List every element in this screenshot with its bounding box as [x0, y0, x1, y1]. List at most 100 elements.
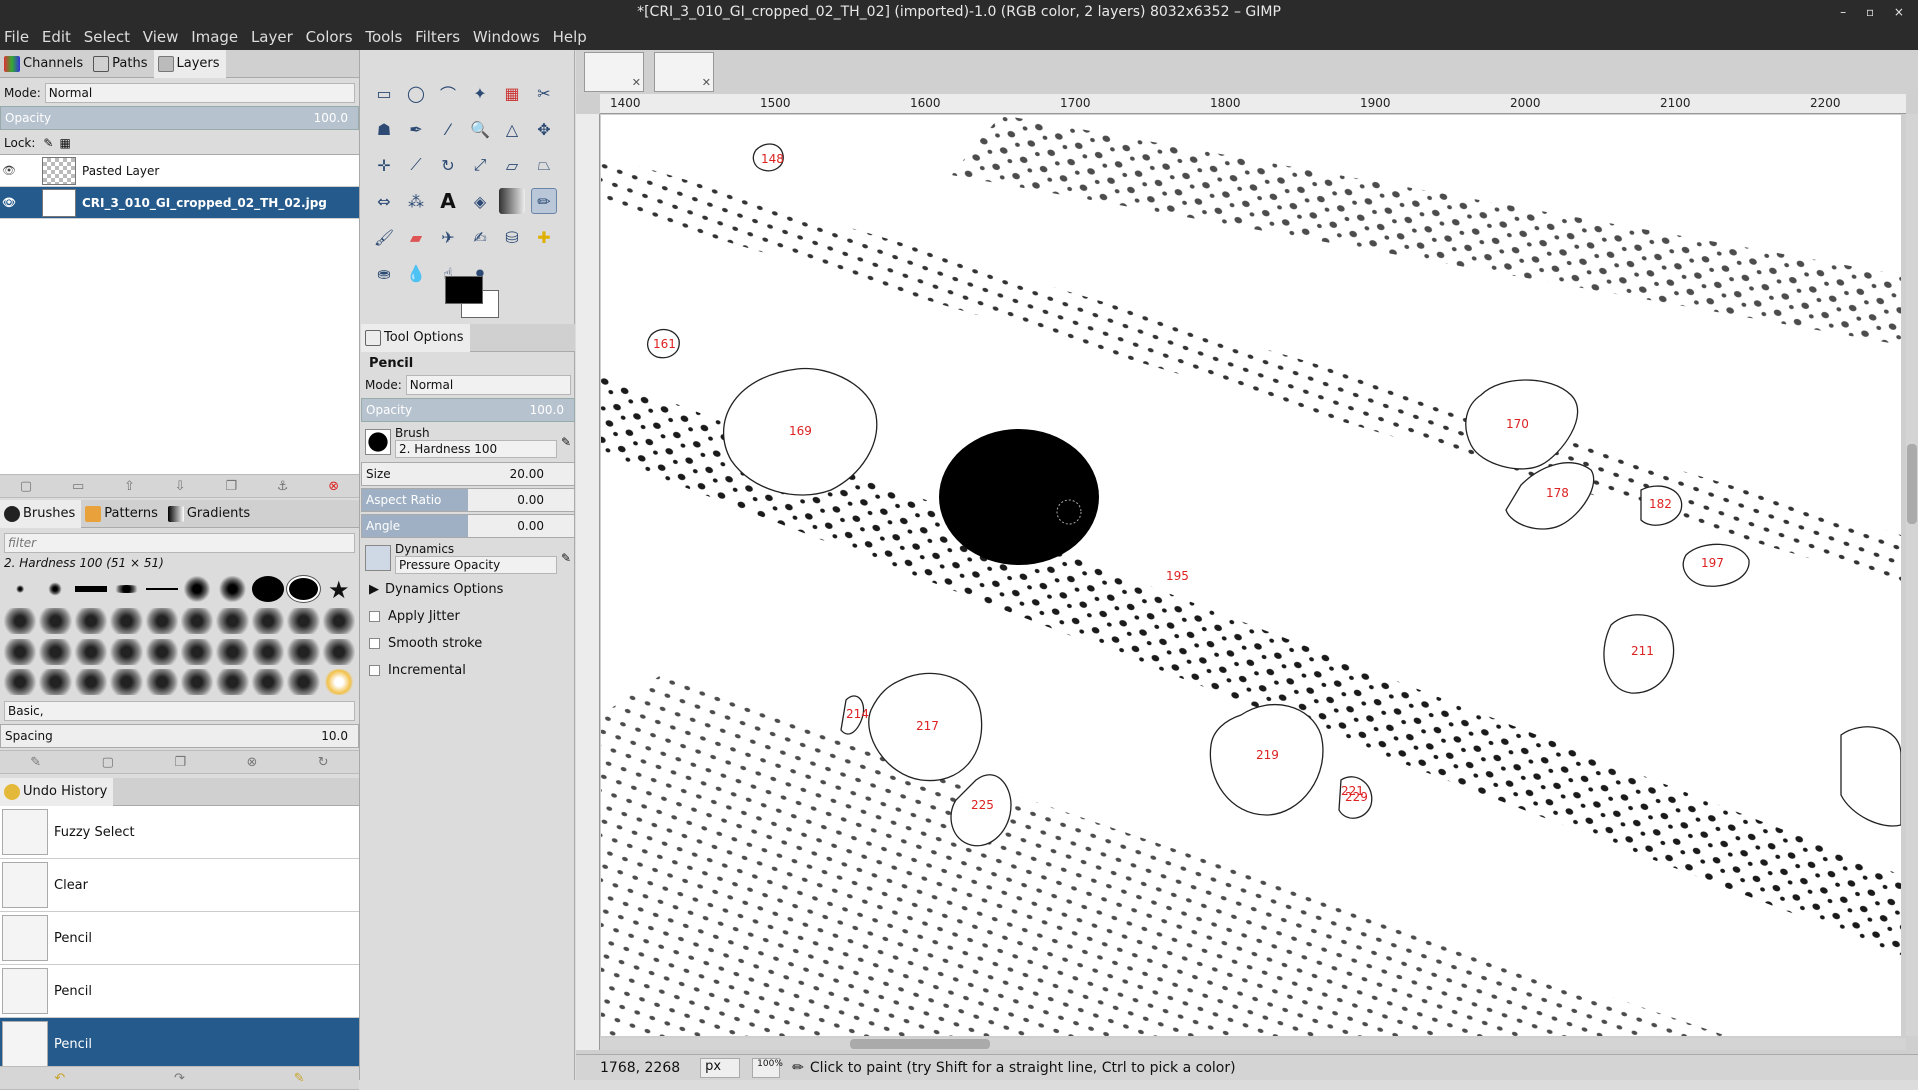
lock-pixels-icon[interactable]: ✎	[43, 136, 53, 150]
brush-preview-icon[interactable]	[365, 429, 391, 455]
smooth-stroke-checkbox[interactable]: Smooth stroke	[361, 630, 575, 657]
brush-swatch[interactable]	[110, 638, 143, 665]
fuzzy-select-tool-icon[interactable]: ✦	[467, 80, 493, 106]
layer-opacity-slider[interactable]: Opacity 100.0	[0, 106, 359, 130]
brush-swatch[interactable]	[74, 638, 108, 665]
unit-select[interactable]: px	[700, 1057, 741, 1078]
brush-swatch[interactable]	[74, 668, 108, 695]
angle-slider[interactable]: Angle 0.00	[361, 514, 575, 538]
ellipse-select-tool-icon[interactable]: ◯	[403, 80, 429, 106]
tab-layers[interactable]: Layers	[153, 49, 226, 78]
brush-swatch[interactable]	[15, 585, 26, 593]
star-brush-icon[interactable]: ★	[323, 576, 355, 605]
tab-tool-options[interactable]: Tool Options	[361, 323, 470, 352]
brush-swatch[interactable]	[322, 608, 355, 635]
ink-tool-icon[interactable]: ✍	[467, 224, 493, 250]
redo-icon[interactable]: ↷	[174, 1071, 185, 1086]
tool-mode-select[interactable]: Normal	[405, 375, 571, 395]
airbrush-tool-icon[interactable]: ✈	[435, 224, 461, 250]
scissors-tool-icon[interactable]: ✂	[531, 80, 557, 106]
incremental-checkbox[interactable]: Incremental	[361, 657, 575, 684]
dynamics-icon[interactable]	[365, 545, 391, 571]
layer-item[interactable]: 👁 Pasted Layer	[0, 155, 359, 187]
size-slider[interactable]: Size 20.00	[361, 462, 575, 486]
align-tool-icon[interactable]: ✛	[371, 152, 397, 178]
brush-swatch[interactable]	[216, 608, 249, 635]
window-controls[interactable]: – ▫ ×	[1840, 0, 1912, 24]
menu-file[interactable]: File	[4, 28, 29, 46]
brush-swatch[interactable]	[110, 585, 143, 593]
checkbox-box[interactable]	[369, 638, 380, 649]
eraser-tool-icon[interactable]: ▰	[403, 224, 429, 250]
move-tool-icon[interactable]: ✥	[531, 116, 557, 142]
shear-tool-icon[interactable]: ▱	[499, 152, 525, 178]
tab-gradients[interactable]: Gradients	[164, 500, 256, 528]
foreground-select-tool-icon[interactable]: ☗	[371, 116, 397, 142]
brush-swatch[interactable]	[322, 638, 355, 665]
brush-swatch[interactable]	[4, 638, 37, 665]
brush-grid[interactable]: ★	[0, 572, 359, 700]
close-icon[interactable]: ✕	[632, 76, 641, 89]
perspective-tool-icon[interactable]: ⏢	[531, 152, 557, 178]
brush-swatch[interactable]	[286, 575, 321, 603]
brush-swatch[interactable]	[322, 668, 355, 695]
blend-tool-icon[interactable]	[499, 188, 525, 214]
layer-item-selected[interactable]: 👁 CRI_3_010_GI_cropped_02_TH_02.jpg	[0, 187, 359, 219]
color-swatches[interactable]	[445, 276, 505, 326]
brush-swatch[interactable]	[145, 638, 178, 665]
flip-tool-icon[interactable]: ⇔	[371, 188, 397, 214]
brush-swatch[interactable]	[216, 638, 249, 665]
duplicate-layer-icon[interactable]: ❐	[225, 479, 237, 494]
brush-swatch[interactable]	[216, 576, 249, 602]
edit-brush-icon[interactable]: ✎	[30, 755, 41, 770]
history-item[interactable]: Fuzzy Select	[0, 806, 359, 859]
brush-swatch[interactable]	[145, 668, 178, 695]
menu-help[interactable]: Help	[553, 28, 587, 46]
brush-swatch[interactable]	[110, 668, 143, 695]
checkbox-box[interactable]	[369, 665, 380, 676]
foreground-color[interactable]	[445, 276, 483, 304]
apply-jitter-checkbox[interactable]: Apply Jitter	[361, 603, 575, 630]
brush-swatch[interactable]	[287, 668, 320, 695]
brush-swatch[interactable]	[47, 582, 64, 596]
new-layer-group-icon[interactable]: ▭	[72, 479, 84, 494]
visibility-eye-icon[interactable]: 👁	[0, 196, 18, 209]
dynamics-value[interactable]: Pressure Opacity	[395, 556, 557, 574]
history-item[interactable]: Clear	[0, 859, 359, 912]
delete-layer-icon[interactable]: ⊗	[328, 479, 339, 494]
lock-alpha-icon[interactable]: ▦	[59, 136, 70, 150]
checkbox-box[interactable]	[369, 611, 380, 622]
brush-swatch[interactable]	[181, 576, 214, 602]
rect-select-tool-icon[interactable]: ▭	[371, 80, 397, 106]
tab-paths[interactable]: Paths	[89, 50, 153, 78]
new-layer-icon[interactable]: ▢	[20, 479, 32, 494]
paintbrush-tool-icon[interactable]: 🖌	[371, 224, 397, 250]
brush-swatch[interactable]	[145, 588, 178, 590]
delete-brush-icon[interactable]: ⊗	[246, 755, 257, 770]
menu-colors[interactable]: Colors	[306, 28, 353, 46]
blur-tool-icon[interactable]: 💧	[403, 260, 429, 286]
layer-mode-select[interactable]: Normal	[44, 83, 355, 103]
heal-tool-icon[interactable]: ✚	[531, 224, 557, 250]
tab-undo-history[interactable]: Undo History	[0, 777, 114, 806]
new-brush-icon[interactable]: ▢	[102, 755, 114, 770]
menu-select[interactable]: Select	[84, 28, 130, 46]
refresh-brushes-icon[interactable]: ↻	[318, 755, 329, 770]
menu-view[interactable]: View	[143, 28, 179, 46]
clear-history-icon[interactable]: ✎	[294, 1071, 305, 1086]
brush-swatch[interactable]	[287, 608, 320, 635]
edit-brush-option-icon[interactable]: ✎	[561, 435, 571, 449]
tab-patterns[interactable]: Patterns	[81, 500, 164, 528]
brush-spacing-slider[interactable]: Spacing 10.0	[0, 724, 359, 748]
brush-swatch[interactable]	[74, 608, 108, 635]
brush-swatch[interactable]	[251, 668, 285, 695]
history-item[interactable]: Pencil	[0, 912, 359, 965]
history-item[interactable]: Pencil	[0, 965, 359, 1018]
menu-image[interactable]: Image	[191, 28, 238, 46]
tool-opacity-slider[interactable]: Opacity 100.0	[361, 398, 575, 422]
image-tab-thumbnail[interactable]: ✕	[654, 52, 714, 92]
tab-channels[interactable]: Channels	[0, 50, 89, 78]
duplicate-brush-icon[interactable]: ❐	[174, 755, 186, 770]
brush-swatch[interactable]	[74, 586, 108, 592]
menu-layer[interactable]: Layer	[251, 28, 293, 46]
